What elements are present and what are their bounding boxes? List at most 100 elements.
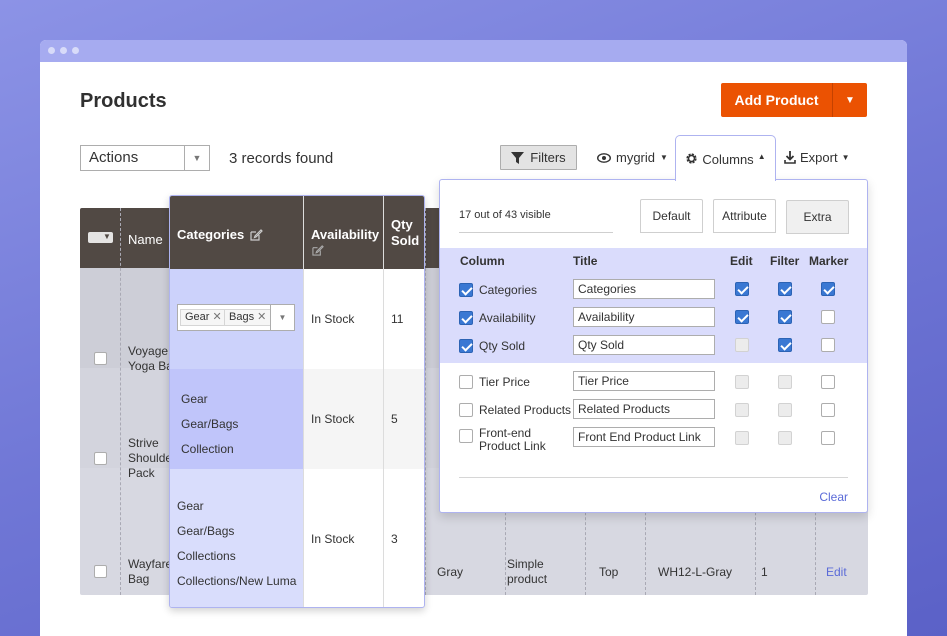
view-selector[interactable]: mygrid ▼ (597, 150, 668, 165)
column-header-qty-sold[interactable]: Qty Sold (391, 217, 419, 249)
product-color: Gray (437, 565, 464, 579)
filter-checkbox[interactable] (778, 338, 792, 352)
column-visible-checkbox[interactable] (459, 339, 473, 353)
close-icon[interactable]: ✕ (257, 311, 266, 323)
column-title-input[interactable]: Qty Sold (573, 335, 715, 355)
edit-checkbox[interactable] (735, 282, 749, 296)
availability-value: In Stock (311, 412, 355, 426)
close-icon[interactable]: ✕ (212, 311, 221, 323)
header-title: Title (573, 254, 598, 268)
edit-checkbox (735, 338, 749, 352)
column-visible-checkbox[interactable] (459, 403, 473, 417)
column-visible-checkbox[interactable] (459, 311, 473, 325)
product-position: Top (599, 565, 619, 579)
column-title-input[interactable]: Categories (573, 279, 715, 299)
column-title-input[interactable]: Tier Price (573, 371, 715, 391)
filters-button[interactable]: Filters (500, 145, 577, 170)
add-product-button[interactable]: Add Product ▼ (721, 83, 867, 117)
product-name: Voyage Yoga Ba (128, 344, 170, 374)
tab-default[interactable]: Default (640, 199, 703, 233)
edit-checkbox (735, 403, 749, 417)
row-checkbox[interactable] (94, 352, 107, 365)
window-dot (60, 47, 67, 54)
marker-checkbox[interactable] (821, 431, 835, 445)
filter-checkbox (778, 403, 792, 417)
column-visible-checkbox[interactable] (459, 429, 473, 443)
columns-button[interactable]: Columns ▲ (675, 135, 776, 181)
gear-icon (686, 153, 697, 164)
category-item: Gear/Bags (181, 417, 239, 431)
row-checkbox[interactable] (94, 452, 107, 465)
category-item: Collections (177, 549, 236, 563)
categories-column-overlay: Categories Availability Qty Sold Gear ✕ B… (169, 195, 425, 608)
edit-checkbox (735, 431, 749, 445)
edit-checkbox[interactable] (735, 310, 749, 324)
window-dot (72, 47, 79, 54)
column-header-label: Sold (391, 233, 420, 248)
chevron-down-icon[interactable]: ▼ (833, 83, 867, 117)
column-header-categories[interactable]: Categories (177, 227, 264, 242)
export-button[interactable]: Export ▼ (784, 150, 850, 165)
row-checkbox[interactable] (94, 565, 107, 578)
view-label: mygrid (616, 150, 656, 165)
filters-label: Filters (530, 150, 566, 165)
add-product-label[interactable]: Add Product (721, 83, 833, 117)
column-divider (303, 196, 304, 607)
availability-value: In Stock (311, 312, 355, 326)
product-name: Strive Shoulde Pack (128, 436, 170, 481)
edit-icon[interactable] (250, 228, 264, 241)
column-title-input[interactable]: Related Products (573, 399, 715, 419)
column-visible-checkbox[interactable] (459, 283, 473, 297)
filter-checkbox[interactable] (778, 310, 792, 324)
column-label: Categories (479, 283, 538, 297)
category-item: Gear (177, 499, 204, 513)
column-header-name[interactable]: Name (128, 232, 163, 247)
chevron-down-icon: ▼ (660, 153, 668, 162)
tab-extra[interactable]: Extra (786, 200, 849, 234)
column-label: Tier Price (479, 375, 530, 389)
export-label: Export (800, 150, 838, 165)
marker-checkbox[interactable] (821, 403, 835, 417)
categories-multiselect[interactable]: Gear ✕ Bags ✕ ▼ (177, 304, 295, 331)
filter-checkbox[interactable] (778, 282, 792, 296)
product-type-line: Simple (507, 557, 544, 571)
column-header-availability[interactable]: Availability (311, 227, 379, 242)
page-title: Products (80, 90, 167, 112)
product-name-line: Pack (128, 466, 155, 480)
window-dot (48, 47, 55, 54)
column-visible-checkbox[interactable] (459, 375, 473, 389)
product-sku: WH12-L-Gray (658, 565, 733, 579)
chevron-down-icon[interactable]: ▼ (184, 146, 209, 170)
marker-checkbox[interactable] (821, 338, 835, 352)
category-tag: Gear ✕ (180, 309, 227, 326)
chevron-down-icon[interactable]: ▼ (270, 305, 294, 330)
marker-checkbox[interactable] (821, 375, 835, 389)
marker-checkbox[interactable] (821, 282, 835, 296)
column-label-line: Product Link (479, 439, 546, 453)
column-title-input[interactable]: Availability (573, 307, 715, 327)
columns-dropdown-panel: 17 out of 43 visible Default Attribute E… (439, 179, 868, 513)
clear-link[interactable]: Clear (819, 490, 848, 504)
product-name-line: Shoulde (128, 451, 170, 465)
edit-icon[interactable] (312, 244, 324, 256)
chevron-down-icon: ▼ (841, 153, 850, 162)
product-name-line: Bag (128, 572, 150, 586)
category-item: Gear (181, 392, 208, 406)
qty-sold-value: 11 (391, 312, 404, 326)
filter-checkbox (778, 375, 792, 389)
tab-attribute[interactable]: Attribute (713, 199, 776, 233)
category-list: Gear Gear/Bags Collection (181, 387, 238, 462)
window-titlebar (40, 40, 907, 62)
column-header-label: Availability (311, 227, 380, 242)
column-label: Qty Sold (479, 339, 526, 353)
header-column: Column (460, 254, 505, 268)
column-label: Related Products (479, 403, 572, 417)
qty-sold-value: 3 (391, 532, 398, 546)
edit-link[interactable]: Edit (826, 565, 847, 580)
actions-select[interactable]: Actions ▼ (80, 145, 210, 171)
records-count: 3 records found (229, 150, 334, 167)
column-title-input[interactable]: Front End Product Link (573, 427, 715, 447)
marker-checkbox[interactable] (821, 310, 835, 324)
filter-checkbox (778, 431, 792, 445)
actions-select-value[interactable]: Actions (81, 146, 184, 170)
